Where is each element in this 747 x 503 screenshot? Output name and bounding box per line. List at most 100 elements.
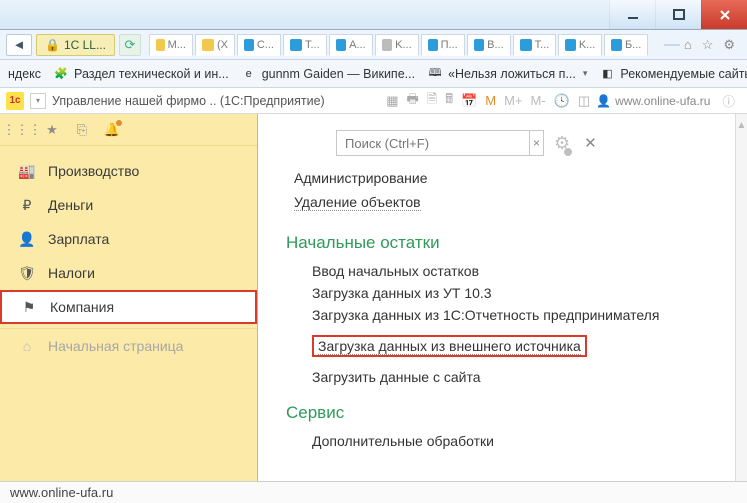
browser-tab[interactable]: B... [467,34,511,56]
content-link[interactable]: Ввод начальных остатков [312,263,717,279]
tab-label: K... [579,39,596,51]
content-link[interactable]: Администрирование [294,170,717,186]
sidebar-item-factory[interactable]: 🏭Производство [0,154,257,188]
sidebar-item-person[interactable]: 👤Зарплата [0,222,257,256]
browser-tab[interactable]: A... [329,34,373,56]
content-close-button[interactable]: ✕ [584,134,597,152]
tab-favicon-icon [290,39,302,51]
bookmark-icon: 🧩 [53,66,69,82]
tab-label: T... [305,39,320,51]
sidebar-items: 🏭Производство ₽ Деньги 👤Зарплата🛡Налоги ⚑ Ком… [0,146,257,362]
toolbar-clock-icon[interactable]: 🕓 [554,93,570,109]
content-link[interactable]: Удаление объектов [294,194,421,211]
tab-favicon-icon [474,39,484,51]
browser-tab[interactable]: T... [283,34,327,56]
tab-label: П... [441,39,458,51]
sidebar-item-label: Деньги [48,197,93,213]
app-toolbar-icons: ▦ 🖶 🗎 🖩 📅 M M+ M- 🕓 ◫ [386,90,590,112]
bookmark-icon: e [241,66,257,82]
toolbar-doc-icon[interactable]: 🗎 [427,90,437,112]
star-icon[interactable]: ☆ [702,37,714,53]
browser-back-button[interactable]: ◄ [6,34,32,56]
toolbar-panel-icon[interactable]: ◫ [578,93,590,109]
browser-tab[interactable]: K... [558,34,602,56]
bookmark-item[interactable]: 🕮«Нельзя ложиться п... [427,66,587,82]
sidebar-header: ⋮⋮⋮ ★ ⎘ 🔔 [0,114,257,146]
browser-url-chip[interactable]: 🔒 1C LL... [36,34,115,56]
bookmarks-bar: ндекс 🧩 Раздел технической и ин... egunnm G… [0,60,747,88]
home-icon[interactable]: ⌂ [684,37,692,52]
sidebar-item-flag[interactable]: ⚑ Компания [0,290,257,324]
browser-tabstrip: M...(XC...T...A...K...П...B...T...K...Б.… [149,34,660,56]
bookmark-item[interactable]: 🧩 Раздел технической и ин... [53,66,229,82]
tab-favicon-icon [428,39,438,51]
sidebar-fav-icon[interactable]: ★ [44,122,60,138]
sidebar-apps-icon[interactable]: ⋮⋮⋮ [14,122,30,138]
browser-tab[interactable]: (X [195,34,235,56]
app-toolbar: 1c ▾ Управление нашей фирмо .. (1С:Предп… [0,88,747,114]
sidebar-item-home[interactable]: ⌂Начальная страница [0,328,257,362]
browser-tab[interactable]: M... [149,34,193,56]
content-link[interactable]: Загрузить данные с сайта [312,369,717,385]
bookmark-item[interactable]: ◧Рекомендуемые сайты [599,66,747,82]
window-minimize-button[interactable] [609,0,655,29]
flag-icon: ⚑ [20,299,38,316]
bookmark-item[interactable]: egunnm Gaiden — Википе... [241,66,415,82]
sidebar-item-label: Зарплата [48,231,109,247]
lock-icon: 🔒 [45,38,60,52]
factory-icon: 🏭 [18,163,36,180]
bookmark-item[interactable]: ндекс [8,67,41,81]
browser-address-row: ◄ 🔒 1C LL... ⟳ M...(XC...T...A...K...П..… [0,30,747,60]
tab-favicon-icon [156,39,165,51]
sidebar-item-ruble[interactable]: ₽ Деньги [0,188,257,222]
app-menu-dropdown[interactable]: ▾ [30,93,46,109]
bookmark-label: Раздел технической и ин... [74,67,229,81]
sidebar: ⋮⋮⋮ ★ ⎘ 🔔 🏭Производство ₽ Деньги 👤Зарплата🛡… [0,114,258,481]
content-settings-icon[interactable]: ⚙ [554,133,570,154]
content-link[interactable]: Дополнительные обработки [312,433,717,449]
browser-tab[interactable]: T... [513,34,557,56]
toolbar-mminus-button[interactable]: M- [530,93,545,108]
notification-dot-icon [116,120,122,126]
tab-favicon-icon [611,39,622,51]
bookmark-icon: 🕮 [427,66,443,82]
toolbar-calendar-icon[interactable]: 📅 [461,93,477,109]
sidebar-item-shield[interactable]: 🛡Налоги [0,256,257,290]
browser-newtab-button[interactable] [664,44,680,46]
toolbar-username: www.online-ufa.ru [615,94,710,108]
search-input[interactable] [337,131,529,155]
toolbar-info-icon[interactable]: ⓘ [716,91,741,110]
toolbar-mplus-button[interactable]: M+ [504,93,522,108]
content-link[interactable]: Загрузка данных из 1С:Отчетность предпри… [312,307,717,323]
browser-tab[interactable]: K... [375,34,419,56]
content-link[interactable]: Загрузка данных из УТ 10.3 [312,285,717,301]
tab-favicon-icon [336,39,346,51]
sidebar-bell-icon[interactable]: 🔔 [104,122,120,138]
browser-tab[interactable]: C... [237,34,281,56]
toolbar-print-icon[interactable]: 🖶 [406,90,418,112]
browser-tab[interactable]: П... [421,34,465,56]
content-link[interactable]: Загрузка данных из внешнего источника [312,335,587,357]
window-close-button[interactable] [701,0,747,29]
ruble-icon: ₽ [18,197,36,214]
browser-tab[interactable]: Б... [604,34,648,56]
tab-favicon-icon [202,39,214,51]
toolbar-calc-icon[interactable]: 🖩 [445,90,453,112]
sidebar-item-label: Налоги [48,265,95,281]
browser-reload-button[interactable]: ⟳ [119,34,141,56]
toolbar-grid-icon[interactable]: ▦ [386,93,398,109]
bookmark-label: ндекс [8,67,41,81]
toolbar-user[interactable]: 👤 www.online-ufa.ru [596,94,710,108]
sidebar-item-label: Начальная страница [48,338,183,354]
sidebar-item-label: Компания [50,299,114,315]
group-header-initial: Начальные остатки [286,233,717,253]
window-maximize-button[interactable] [655,0,701,29]
gear-icon[interactable]: ⚙ [723,37,735,53]
toolbar-m-button[interactable]: M [485,93,496,108]
search-clear-button[interactable]: × [529,131,543,155]
search-box: × [336,130,544,156]
tab-label: B... [487,39,504,51]
sidebar-copy-icon[interactable]: ⎘ [74,122,90,138]
content-area: × ⚙ ✕ Администрирование Удаление объектов… [258,114,747,481]
scrollbar[interactable]: ▲ [735,114,747,481]
